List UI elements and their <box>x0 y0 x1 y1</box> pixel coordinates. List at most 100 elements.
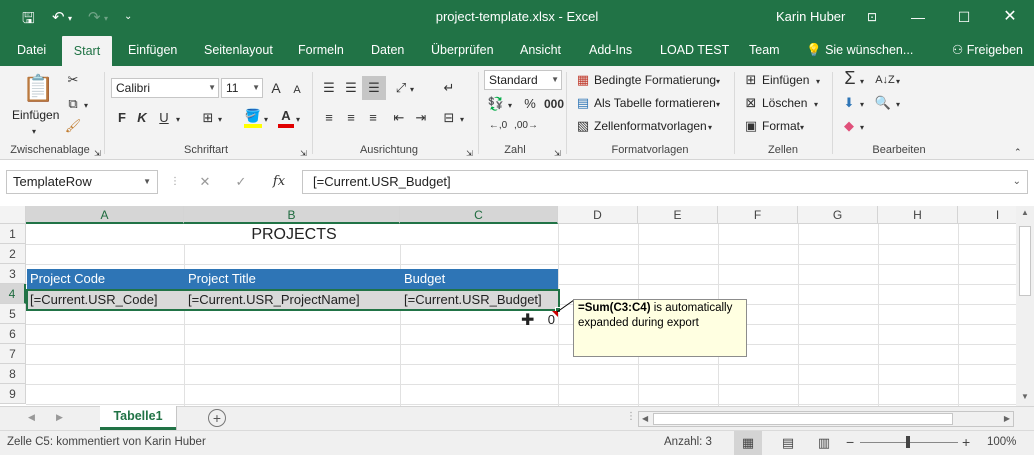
format-cells-icon[interactable]: ▣ <box>742 118 760 134</box>
sort-filter-dropdown-icon[interactable]: ▾ <box>896 74 900 90</box>
grow-font-button[interactable]: A <box>268 80 284 96</box>
header-cell-project-title[interactable]: Project Title <box>185 269 400 289</box>
name-box[interactable]: TemplateRow ▼ <box>6 170 158 194</box>
underline-button[interactable]: U <box>156 110 172 126</box>
row-header[interactable]: 2 <box>0 244 26 264</box>
copy-dropdown-icon[interactable]: ▾ <box>84 98 88 114</box>
percent-icon[interactable]: % <box>522 96 538 112</box>
column-header[interactable]: A <box>26 206 184 224</box>
format-as-table-icon[interactable]: ▤ <box>574 95 592 111</box>
worksheet-grid[interactable]: A B C D E F G H I 1 2 3 4 5 6 7 8 9 PROJ… <box>0 206 1016 406</box>
sheet-title-cell[interactable]: PROJECTS <box>27 224 558 244</box>
page-layout-view-icon[interactable]: ▤ <box>776 431 800 455</box>
formula-input[interactable]: [=Current.USR_Budget] ⌄ <box>302 170 1028 194</box>
number-format-combo[interactable]: Standard ▼ <box>484 70 562 90</box>
tab-start[interactable]: Start <box>62 36 112 66</box>
close-icon[interactable]: ✕ <box>992 4 1028 30</box>
tell-me-box[interactable]: 💡 Sie wünschen... <box>806 34 913 66</box>
autosum-icon[interactable]: Σ <box>840 69 860 87</box>
font-name-combo[interactable]: Calibri ▼ <box>111 78 219 98</box>
align-right-icon[interactable]: ≡ <box>364 110 382 126</box>
ribbon-display-icon[interactable]: ⊡ <box>854 4 890 30</box>
copy-icon[interactable]: ⧉ <box>64 96 82 112</box>
format-as-table-button[interactable]: Als Tabelle formatieren <box>594 96 716 110</box>
cut-icon[interactable]: ✂ <box>64 72 82 88</box>
borders-dropdown-icon[interactable]: ▾ <box>218 112 222 128</box>
font-color-icon[interactable]: A <box>278 108 294 128</box>
format-painter-icon[interactable]: 🖌 <box>64 118 82 134</box>
expand-formula-icon[interactable]: ⌄ <box>1013 171 1021 193</box>
paste-icon[interactable]: 📋 <box>22 72 54 104</box>
insert-cells-dropdown-icon[interactable]: ▾ <box>816 74 820 90</box>
format-as-table-dropdown-icon[interactable]: ▾ <box>716 97 720 113</box>
next-sheet-icon[interactable]: ▶ <box>56 412 63 423</box>
row-header[interactable]: 5 <box>0 304 26 324</box>
zoom-in-icon[interactable]: + <box>962 434 970 450</box>
zoom-out-icon[interactable]: − <box>846 434 854 450</box>
minimize-icon[interactable]: — <box>900 4 936 30</box>
tab-einfuegen[interactable]: Einfügen <box>128 34 177 66</box>
delete-cells-button[interactable]: Löschen <box>762 96 807 110</box>
tab-team[interactable]: Team <box>749 34 780 66</box>
tab-daten[interactable]: Daten <box>371 34 404 66</box>
tab-formeln[interactable]: Formeln <box>298 34 344 66</box>
collapse-ribbon-icon[interactable]: ⌃ <box>1014 144 1022 160</box>
column-header[interactable]: D <box>558 206 638 224</box>
thousands-separator-icon[interactable]: 000 <box>544 96 564 112</box>
align-center-icon[interactable]: ≡ <box>342 110 360 126</box>
shrink-font-button[interactable]: A <box>290 82 304 98</box>
prev-sheet-icon[interactable]: ◀ <box>28 412 35 423</box>
add-sheet-icon[interactable]: + <box>208 409 226 427</box>
row-header[interactable]: 8 <box>0 364 26 384</box>
currency-icon[interactable]: 💱 <box>486 96 506 112</box>
scroll-down-icon[interactable]: ▼ <box>1021 392 1029 401</box>
align-top-icon[interactable]: ☰ <box>320 80 338 96</box>
column-header[interactable]: B <box>184 206 400 224</box>
insert-function-button[interactable]: fx <box>268 174 290 190</box>
increase-indent-icon[interactable]: ⇥ <box>412 110 430 126</box>
cancel-entry-icon[interactable]: ✕ <box>196 174 214 190</box>
header-cell-project-code[interactable]: Project Code <box>27 269 184 289</box>
normal-view-icon[interactable]: ▦ <box>734 431 762 455</box>
format-cells-button[interactable]: Format <box>762 119 800 133</box>
column-header[interactable]: I <box>958 206 1016 224</box>
align-middle-icon[interactable]: ☰ <box>342 80 360 96</box>
scroll-left-icon[interactable]: ◀ <box>642 414 648 423</box>
horizontal-scroll-thumb[interactable] <box>653 413 953 425</box>
orientation-dropdown-icon[interactable]: ▾ <box>410 82 414 98</box>
cell-styles-dropdown-icon[interactable]: ▾ <box>708 120 712 136</box>
borders-icon[interactable]: ⊞ <box>200 110 216 126</box>
row-header[interactable]: 3 <box>0 264 26 284</box>
conditional-formatting-icon[interactable]: ▦ <box>574 72 592 88</box>
tab-ueberpruefen[interactable]: Überprüfen <box>431 34 494 66</box>
insert-cells-icon[interactable]: ⊞ <box>742 72 760 88</box>
column-header[interactable]: G <box>798 206 878 224</box>
wrap-text-icon[interactable]: ↵ <box>440 80 458 96</box>
format-cells-dropdown-icon[interactable]: ▾ <box>800 120 804 136</box>
column-header[interactable]: C <box>400 206 558 224</box>
user-name[interactable]: Karin Huber <box>776 9 845 24</box>
conditional-dropdown-icon[interactable]: ▾ <box>716 74 720 90</box>
merge-dropdown-icon[interactable]: ▾ <box>460 112 464 128</box>
select-all-corner[interactable] <box>0 206 26 224</box>
find-select-icon[interactable]: 🔍 <box>874 95 892 111</box>
currency-dropdown-icon[interactable]: ▾ <box>508 98 512 114</box>
cell-styles-button[interactable]: Zellenformatvorlagen <box>594 119 707 133</box>
align-bottom-icon[interactable]: ☰ <box>362 76 386 100</box>
fill-color-icon[interactable]: 🪣 <box>244 108 262 128</box>
autosum-dropdown-icon[interactable]: ▾ <box>860 74 864 90</box>
delete-cells-icon[interactable]: ⊠ <box>742 95 760 111</box>
column-header[interactable]: H <box>878 206 958 224</box>
row-header[interactable]: 6 <box>0 324 26 344</box>
zoom-level[interactable]: 100% <box>987 436 1016 448</box>
increase-decimal-icon[interactable]: ←,0 <box>486 118 510 134</box>
confirm-entry-icon[interactable]: ✓ <box>232 174 250 190</box>
orientation-icon[interactable]: ⤢ <box>392 80 410 96</box>
zoom-slider-thumb[interactable] <box>906 436 910 448</box>
page-break-view-icon[interactable]: ▥ <box>812 431 836 455</box>
scroll-right-icon[interactable]: ▶ <box>1004 414 1010 423</box>
share-button[interactable]: ⚇ Freigeben <box>952 34 1023 66</box>
clear-icon[interactable]: ◆ <box>840 118 858 134</box>
header-cell-budget[interactable]: Budget <box>401 269 558 289</box>
column-header[interactable]: E <box>638 206 718 224</box>
